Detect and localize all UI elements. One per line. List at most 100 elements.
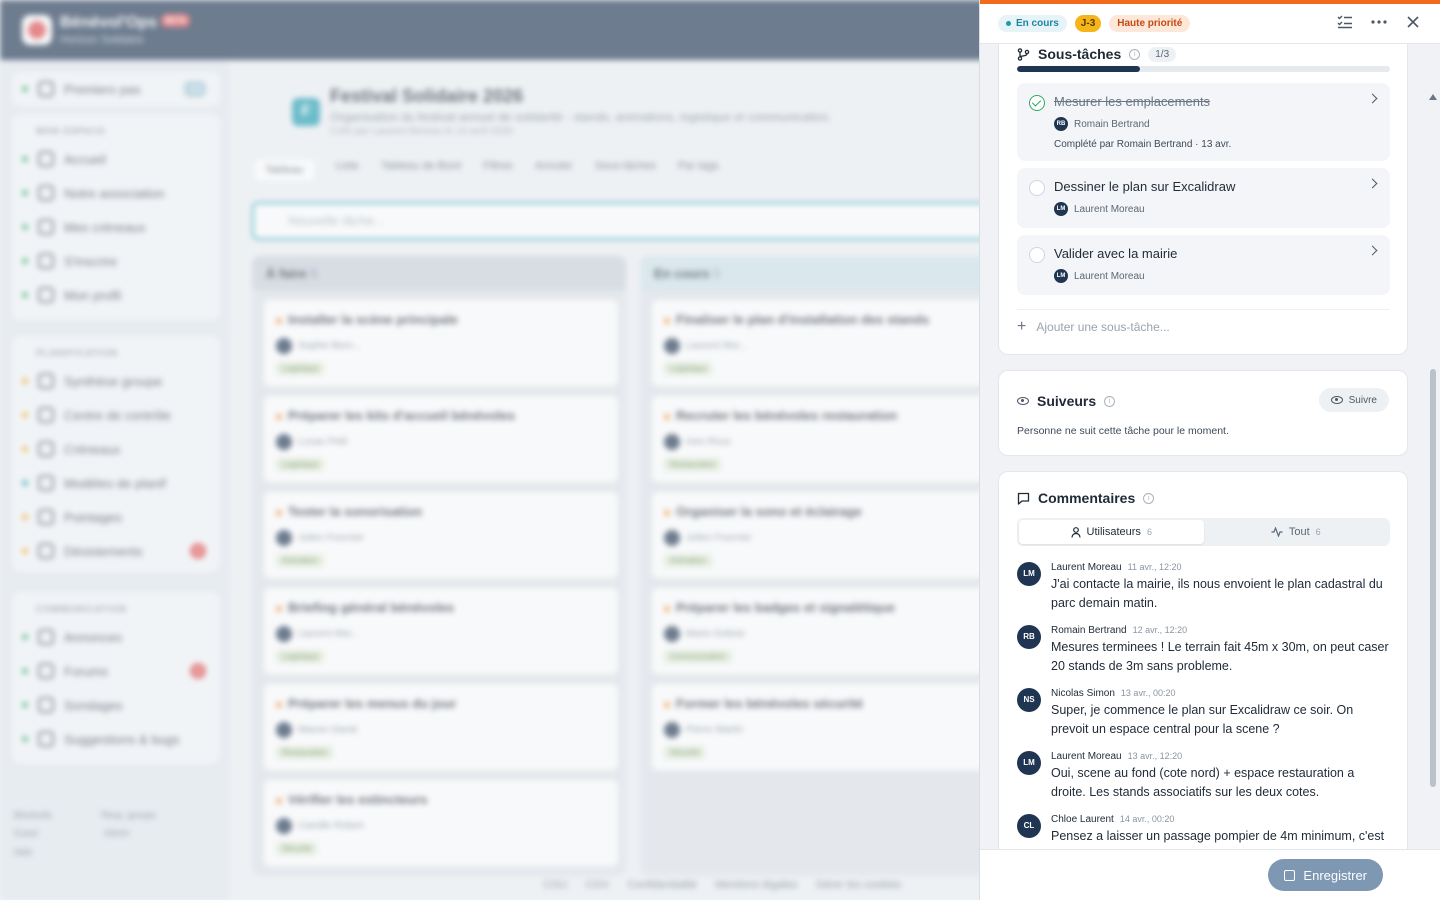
task-card[interactable]: Vérifier les extincteurs Camille Robert Sé… (264, 780, 618, 866)
undo-button[interactable]: Annuler (535, 160, 573, 180)
save-button[interactable]: Enregistrer (1268, 859, 1383, 891)
sidebar-item-pointages[interactable]: Pointages (12, 500, 220, 534)
subtask-checkbox[interactable] (1029, 247, 1045, 263)
task-card[interactable]: Former les bénévoles sécurité Pierre Mart… (652, 684, 1006, 770)
subtasks-count: 1/3 (1148, 46, 1177, 62)
avatar: RB (1017, 625, 1041, 649)
sidebar-item-suggestions[interactable]: Suggestions & bugs (12, 722, 220, 756)
subtasks-progress (1017, 66, 1390, 72)
scroll-up-arrow[interactable] (1429, 94, 1437, 100)
task-card[interactable]: Tester la sonorisation Julien Fournier Ani… (264, 492, 618, 578)
close-icon[interactable] (1405, 14, 1421, 30)
sidebar-item-profil[interactable]: Mon profil (12, 278, 220, 312)
task-card[interactable]: Préparer les menus du jour Manon David Res… (264, 684, 618, 770)
avatar: CL (1017, 814, 1041, 838)
drawer-scroll-area[interactable]: Sous-tâches i 1/3 Mesurer les emplacemen… (980, 44, 1440, 849)
megaphone-icon (38, 629, 54, 645)
rocket-icon (38, 81, 54, 97)
eye-icon (1017, 397, 1029, 405)
new-task-input[interactable]: Nouvelle tâche... (252, 202, 992, 240)
info-icon[interactable]: i (1143, 492, 1155, 504)
task-card[interactable]: Préparer les kits d'accueil bénévoles Luc… (264, 396, 618, 482)
scrollbar-thumb[interactable] (1430, 369, 1436, 787)
link-cgv[interactable]: CGV (585, 879, 609, 891)
sidebar-item-inscrire[interactable]: S'inscrire (12, 244, 220, 278)
subtasks-toggle[interactable]: Sous-tâches (595, 160, 656, 180)
footer-links: CGU CGV Confidentialité Mentions légales… (543, 879, 901, 891)
view-tableau[interactable]: Tableau (255, 160, 314, 180)
sidebar-group-planification: PLANIFICATION Synthèse groupe Centre de … (12, 336, 220, 572)
task-drawer: En cours J-3 Haute priorité Sous-tâches … (979, 0, 1440, 900)
board-subtitle: Organisation du festival annuel de solid… (330, 110, 832, 124)
link-legal[interactable]: Mentions légales (715, 879, 798, 891)
user-icon (38, 287, 54, 303)
by-tags-toggle[interactable]: Par tags (678, 160, 719, 180)
priority-badge[interactable]: Haute priorité (1109, 15, 1191, 32)
task-card[interactable]: Finaliser le plan d'installation des sta… (652, 300, 1006, 386)
sidebar-group-communication: COMMUNICATION Annonces Forums 2 Sondages … (12, 592, 220, 764)
followers-section: Suiveurs i Suivre Personne ne suit cette… (998, 370, 1408, 456)
subtask-item[interactable]: Dessiner le plan sur Excalidraw LM Lauren… (1017, 168, 1390, 228)
status-badge[interactable]: En cours (998, 15, 1067, 32)
clipboard-icon (38, 509, 54, 525)
view-liste[interactable]: Liste (336, 160, 359, 180)
drawer-scrollbar[interactable] (1429, 94, 1437, 849)
link-cgu[interactable]: CGU (543, 879, 567, 891)
sidebar-first-steps[interactable]: Premiers pas 4/8 (12, 72, 220, 106)
task-card[interactable]: Organiser la sono et éclairage Julien Fou… (652, 492, 1006, 578)
followers-empty-text: Personne ne suit cette tâche pour le mom… (1017, 425, 1229, 437)
info-icon[interactable]: i (1104, 395, 1116, 407)
board-toolbar: Tableau Liste Tableau de Bord Filtres An… (255, 160, 719, 180)
link-cookies[interactable]: Gérer les cookies (816, 879, 902, 891)
info-icon[interactable]: i (1129, 48, 1141, 60)
avatar: LM (1017, 562, 1041, 586)
beta-badge: BETA (161, 14, 191, 27)
sidebar-item-creneaux-planif[interactable]: Créneaux (12, 432, 220, 466)
board-meta: Créé par Laurent Moreau le 14 avril 2026 (330, 126, 513, 137)
follow-button[interactable]: Suivre (1318, 388, 1389, 412)
app-logo (22, 15, 52, 45)
sidebar-item-controle[interactable]: Centre de contrôle (12, 398, 220, 432)
task-card[interactable]: Recruter les bénévoles restauration Ines … (652, 396, 1006, 482)
task-card[interactable]: Briefing général bénévoles Laurent Mor...… (264, 588, 618, 674)
avatar: LM (1054, 202, 1068, 216)
followers-title: Suiveurs (1037, 393, 1097, 409)
due-badge: J-3 (1074, 15, 1102, 32)
comment-item: CL Chloe Laurent 14 avr., 00:20 Pensez a l… (1017, 814, 1390, 846)
sidebar-item-desistements[interactable]: Désistements 2 (12, 534, 220, 568)
org-name: Horizon Solidaire (60, 34, 144, 46)
subtask-checkbox[interactable] (1029, 180, 1045, 196)
subtask-checkbox-done[interactable] (1029, 95, 1045, 111)
more-options-icon[interactable] (1371, 14, 1387, 30)
tab-users[interactable]: Utilisateurs 6 (1019, 520, 1204, 544)
tab-all[interactable]: Tout 6 (1204, 520, 1389, 544)
subtask-item[interactable]: Mesurer les emplacements RB Romain Bertra… (1017, 83, 1390, 161)
task-card[interactable]: Préparer les badges et signalétique Marie… (652, 588, 1006, 674)
avatar: NS (1017, 688, 1041, 712)
home-icon (38, 151, 54, 167)
sidebar-item-sondages[interactable]: Sondages (12, 688, 220, 722)
sidebar-item-accueil[interactable]: Accueil (12, 142, 220, 176)
comment-item: RB Romain Bertrand 12 avr., 12:20 Mesures … (1017, 625, 1390, 676)
chat-icon (38, 663, 54, 679)
calendar-icon (38, 219, 54, 235)
add-subtask-input[interactable]: + Ajouter une sous-tâche... (1017, 309, 1390, 336)
role-legend: Bénévole Resp. groupe (14, 810, 156, 820)
task-card[interactable]: Installer la scène principale Sophie Bern… (264, 300, 618, 386)
sidebar-item-synthese[interactable]: Synthèse groupe (12, 364, 220, 398)
building-icon (38, 185, 54, 201)
sidebar-item-annonces[interactable]: Annonces (12, 620, 220, 654)
sidebar-item-modeles[interactable]: Modèles de planif (12, 466, 220, 500)
link-privacy[interactable]: Confidentialité (627, 879, 697, 891)
drawer-footer: Enregistrer (980, 849, 1440, 900)
subtask-item[interactable]: Valider avec la mairie LM Laurent Moreau (1017, 235, 1390, 295)
completion-note: Complété par Romain Bertrand · 13 avr. (1054, 139, 1232, 150)
avatar: RB (1054, 117, 1068, 131)
checklist-icon[interactable] (1337, 14, 1353, 30)
sidebar-item-association[interactable]: Notre association (12, 176, 220, 210)
comments-title: Commentaires (1038, 490, 1136, 506)
view-dashboard[interactable]: Tableau de Bord (381, 160, 461, 180)
filters-button[interactable]: Filtres (483, 160, 513, 180)
sidebar-item-creneaux[interactable]: Mes créneaux (12, 210, 220, 244)
sidebar-item-forums[interactable]: Forums 2 (12, 654, 220, 688)
